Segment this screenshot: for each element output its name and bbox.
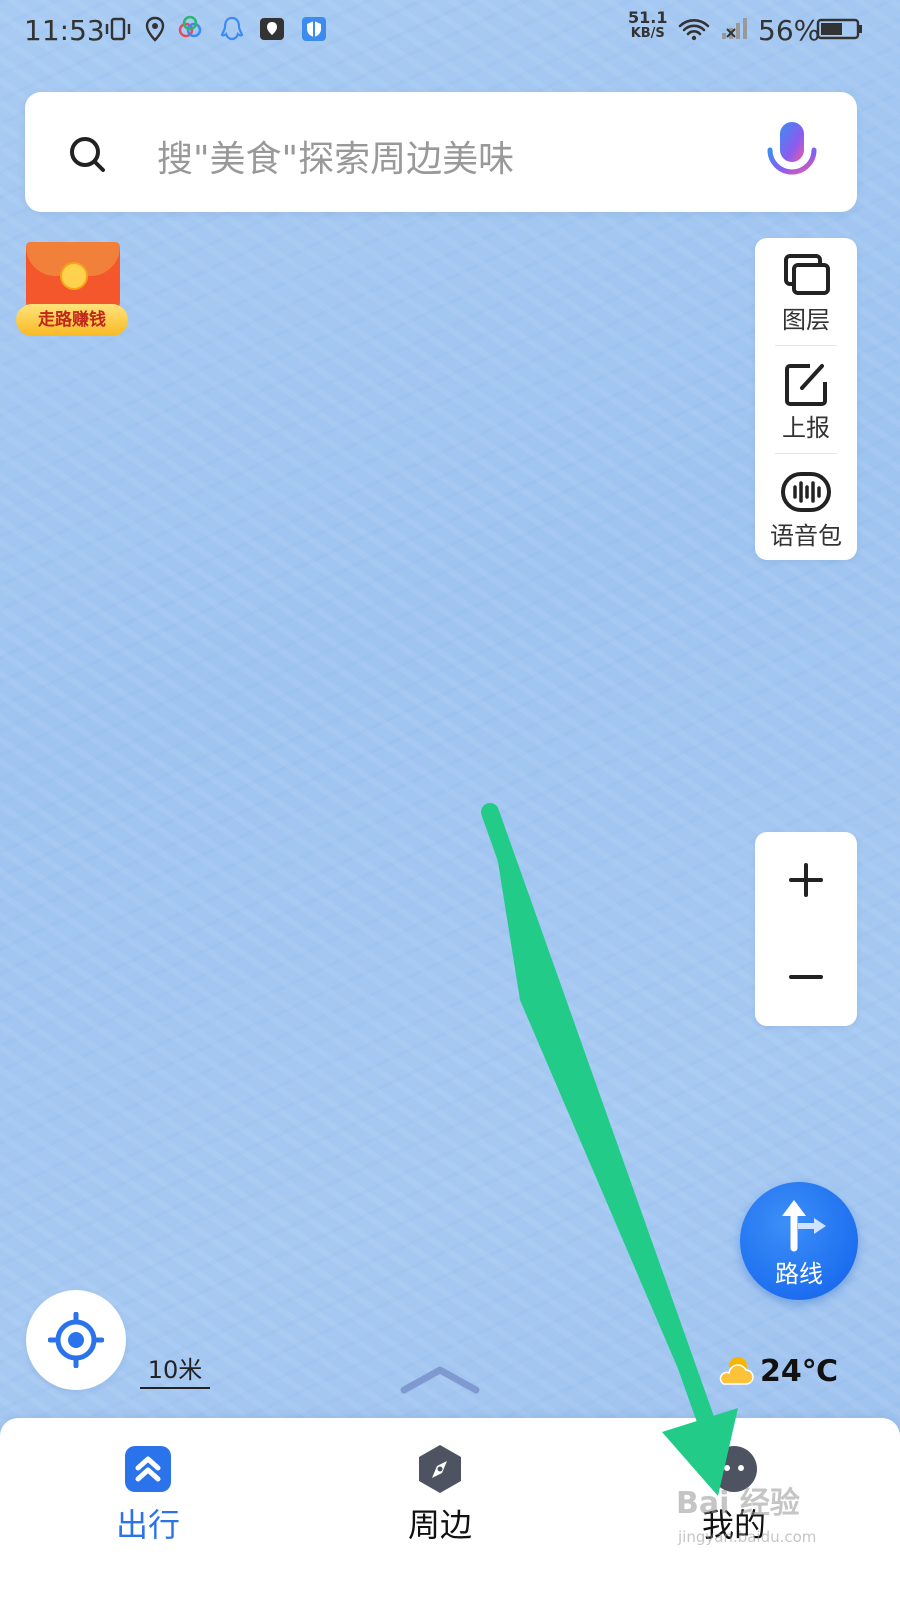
tool-voice-pack-label: 语音包	[770, 522, 842, 550]
vibrate-icon	[105, 17, 131, 41]
wifi-icon	[678, 19, 710, 41]
zoom-in-button[interactable]	[755, 832, 857, 929]
status-bar: 11:53 51.1 KB/S 56%	[0, 0, 900, 62]
status-time: 11:53	[24, 14, 105, 47]
shield-icon	[302, 17, 326, 41]
travel-icon	[125, 1446, 171, 1492]
battery-percent: 56%	[758, 14, 821, 47]
chevron-up-icon[interactable]	[398, 1362, 482, 1396]
search-bar[interactable]: 搜"美食"探索周边美味	[25, 92, 857, 212]
search-placeholder[interactable]: 搜"美食"探索周边美味	[157, 130, 514, 182]
locate-icon	[48, 1312, 104, 1368]
walk-earn-label: 走路赚钱	[16, 304, 128, 336]
nav-around-label: 周边	[407, 1506, 472, 1544]
nav-around[interactable]: 周边	[360, 1418, 520, 1600]
walk-earn-promo[interactable]: 走路赚钱	[16, 242, 128, 338]
tool-report[interactable]: 上报	[755, 346, 857, 453]
route-arrow-icon	[782, 1200, 826, 1252]
coin-icon	[60, 262, 88, 290]
voice-pack-icon	[781, 472, 831, 512]
report-edit-icon	[785, 364, 827, 406]
layers-icon	[784, 254, 830, 295]
qq-icon	[220, 16, 244, 41]
search-icon	[70, 137, 105, 172]
network-speed: 51.1 KB/S	[628, 8, 668, 42]
watermark: Bai 经验	[676, 1486, 800, 1521]
route-label: 路线	[775, 1260, 823, 1288]
nav-travel[interactable]: 出行	[68, 1418, 228, 1600]
tool-voice-pack[interactable]: 语音包	[755, 454, 857, 561]
partly-cloudy-icon	[719, 1357, 754, 1385]
plus-icon	[789, 863, 823, 897]
du-app-icon	[260, 18, 284, 40]
minus-icon	[789, 975, 823, 979]
locate-me-button[interactable]	[26, 1290, 126, 1390]
tool-layers[interactable]: 图层	[755, 238, 857, 345]
tool-layers-label: 图层	[782, 306, 830, 334]
scale-bar	[140, 1387, 210, 1389]
location-pin-icon	[145, 16, 165, 42]
route-button[interactable]: 路线	[740, 1182, 858, 1300]
nav-travel-label: 出行	[115, 1506, 180, 1544]
zoom-control	[755, 832, 857, 1026]
scale-value: 10米	[147, 1356, 203, 1384]
compass-icon	[419, 1445, 461, 1493]
battery-icon	[816, 18, 862, 40]
tool-report-label: 上报	[782, 414, 830, 442]
app-notification-icon	[178, 15, 202, 38]
watermark-url: jingyan.baidu.com	[678, 1528, 817, 1546]
map-tools-panel: 图层 上报 语音包	[755, 238, 857, 560]
microphone-icon[interactable]	[760, 118, 824, 186]
signal-off-icon	[722, 18, 747, 39]
zoom-out-button[interactable]	[755, 929, 857, 1026]
weather-widget[interactable]: 24℃	[716, 1354, 839, 1390]
map-scale: 10米	[140, 1350, 210, 1389]
temperature: 24℃	[760, 1354, 839, 1389]
